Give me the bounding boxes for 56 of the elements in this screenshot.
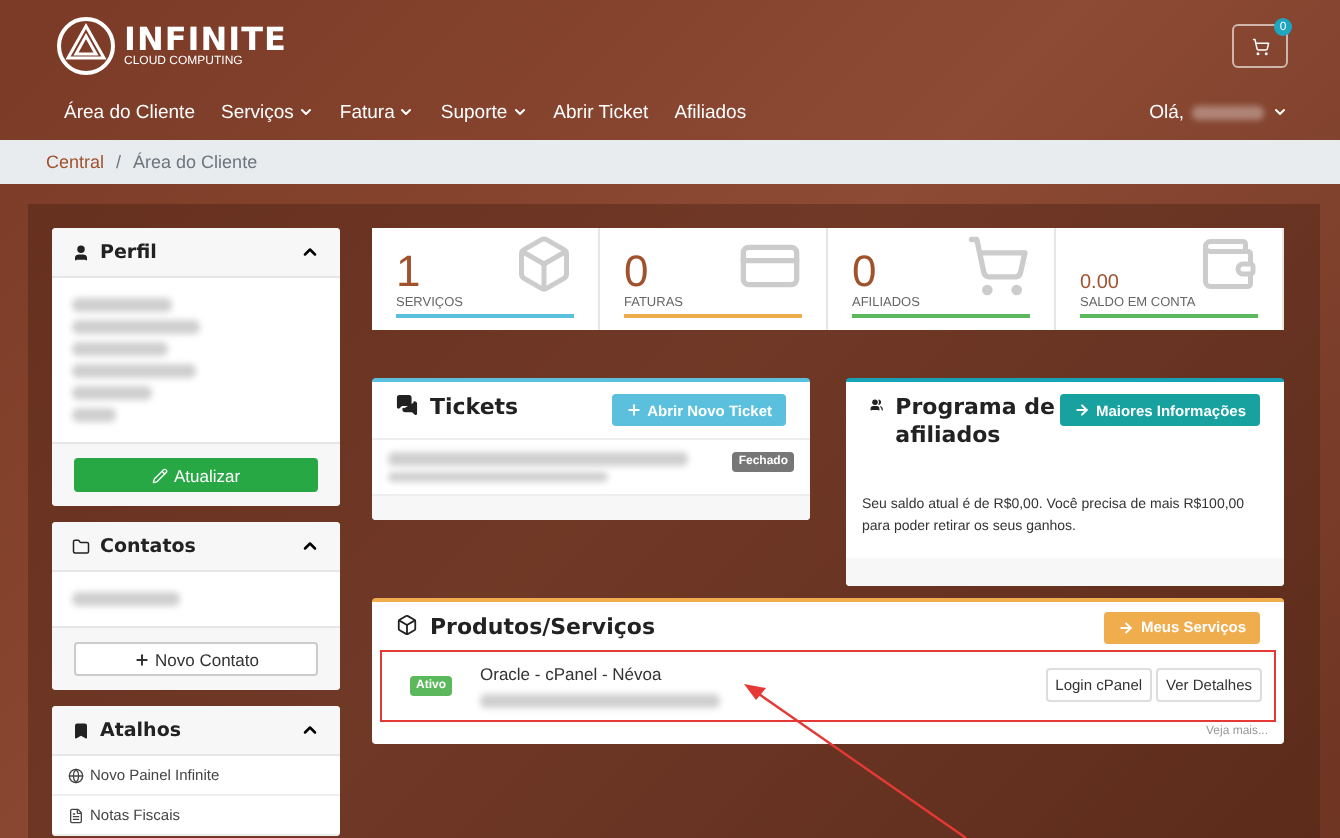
redacted-text — [72, 342, 168, 356]
redacted-text — [72, 320, 200, 334]
breadcrumb-separator: / — [116, 152, 122, 172]
wallet-icon — [1198, 234, 1258, 294]
brand-name: INFINITE — [124, 24, 287, 56]
redacted-text — [72, 592, 180, 606]
user-icon — [72, 243, 90, 261]
panel-title: Produtos/Serviços — [396, 614, 656, 642]
new-contact-button[interactable]: Novo Contato — [74, 642, 318, 676]
document-icon — [68, 807, 84, 823]
users-icon — [870, 394, 884, 416]
nav-link[interactable]: Afiliados — [674, 101, 747, 123]
collapse-icon[interactable] — [300, 720, 320, 740]
nav-link[interactable]: Fatura — [339, 101, 415, 123]
panel-title: Programa de afiliados — [870, 394, 1060, 449]
caret-icon — [511, 104, 528, 120]
service-name: Oracle - cPanel - Névoa — [480, 663, 664, 684]
pencil-icon — [151, 467, 168, 483]
panel-title: Perfil — [72, 241, 157, 263]
arrow-icon — [1118, 619, 1135, 636]
redacted-text — [72, 386, 152, 400]
stat-value: 0 — [624, 250, 649, 294]
bookmark-icon — [72, 721, 90, 739]
panel-title: Atalhos — [72, 719, 182, 741]
arrow-icon — [1073, 402, 1090, 418]
greeting[interactable]: Olá, — [1149, 101, 1184, 123]
plus-icon — [133, 651, 149, 667]
chat-icon — [396, 394, 418, 416]
cart-icon — [966, 234, 1030, 298]
redacted-text — [1192, 105, 1264, 119]
plus-icon — [625, 402, 642, 418]
caret-icon — [297, 104, 314, 120]
caret-icon — [1272, 104, 1288, 120]
breadcrumb-current: Área do Cliente — [133, 152, 258, 172]
stat-value: 1 — [396, 250, 421, 294]
breadcrumb-link[interactable]: Central — [46, 152, 105, 172]
collapse-icon[interactable] — [300, 242, 320, 262]
box-icon — [396, 614, 418, 636]
nav-link[interactable]: Abrir Ticket — [553, 101, 649, 123]
stat-value: 0.00 — [1080, 274, 1119, 294]
panel-title: Contatos — [72, 535, 196, 557]
box-icon — [514, 234, 574, 294]
stat-value: 0 — [852, 250, 877, 294]
nav-link[interactable]: Área do Cliente — [64, 101, 195, 123]
logo-icon — [56, 16, 116, 76]
redacted-text — [72, 408, 116, 422]
nav-link[interactable]: Suporte — [440, 101, 528, 123]
nav-link[interactable]: Serviços — [220, 101, 314, 123]
redacted-text — [72, 364, 196, 378]
caret-icon — [398, 104, 415, 120]
panel-title: Tickets — [396, 394, 519, 422]
collapse-icon[interactable] — [300, 536, 320, 556]
folder-icon — [72, 537, 90, 555]
cart-icon — [1251, 37, 1269, 55]
redacted-text — [72, 298, 172, 312]
globe-icon — [68, 767, 84, 783]
